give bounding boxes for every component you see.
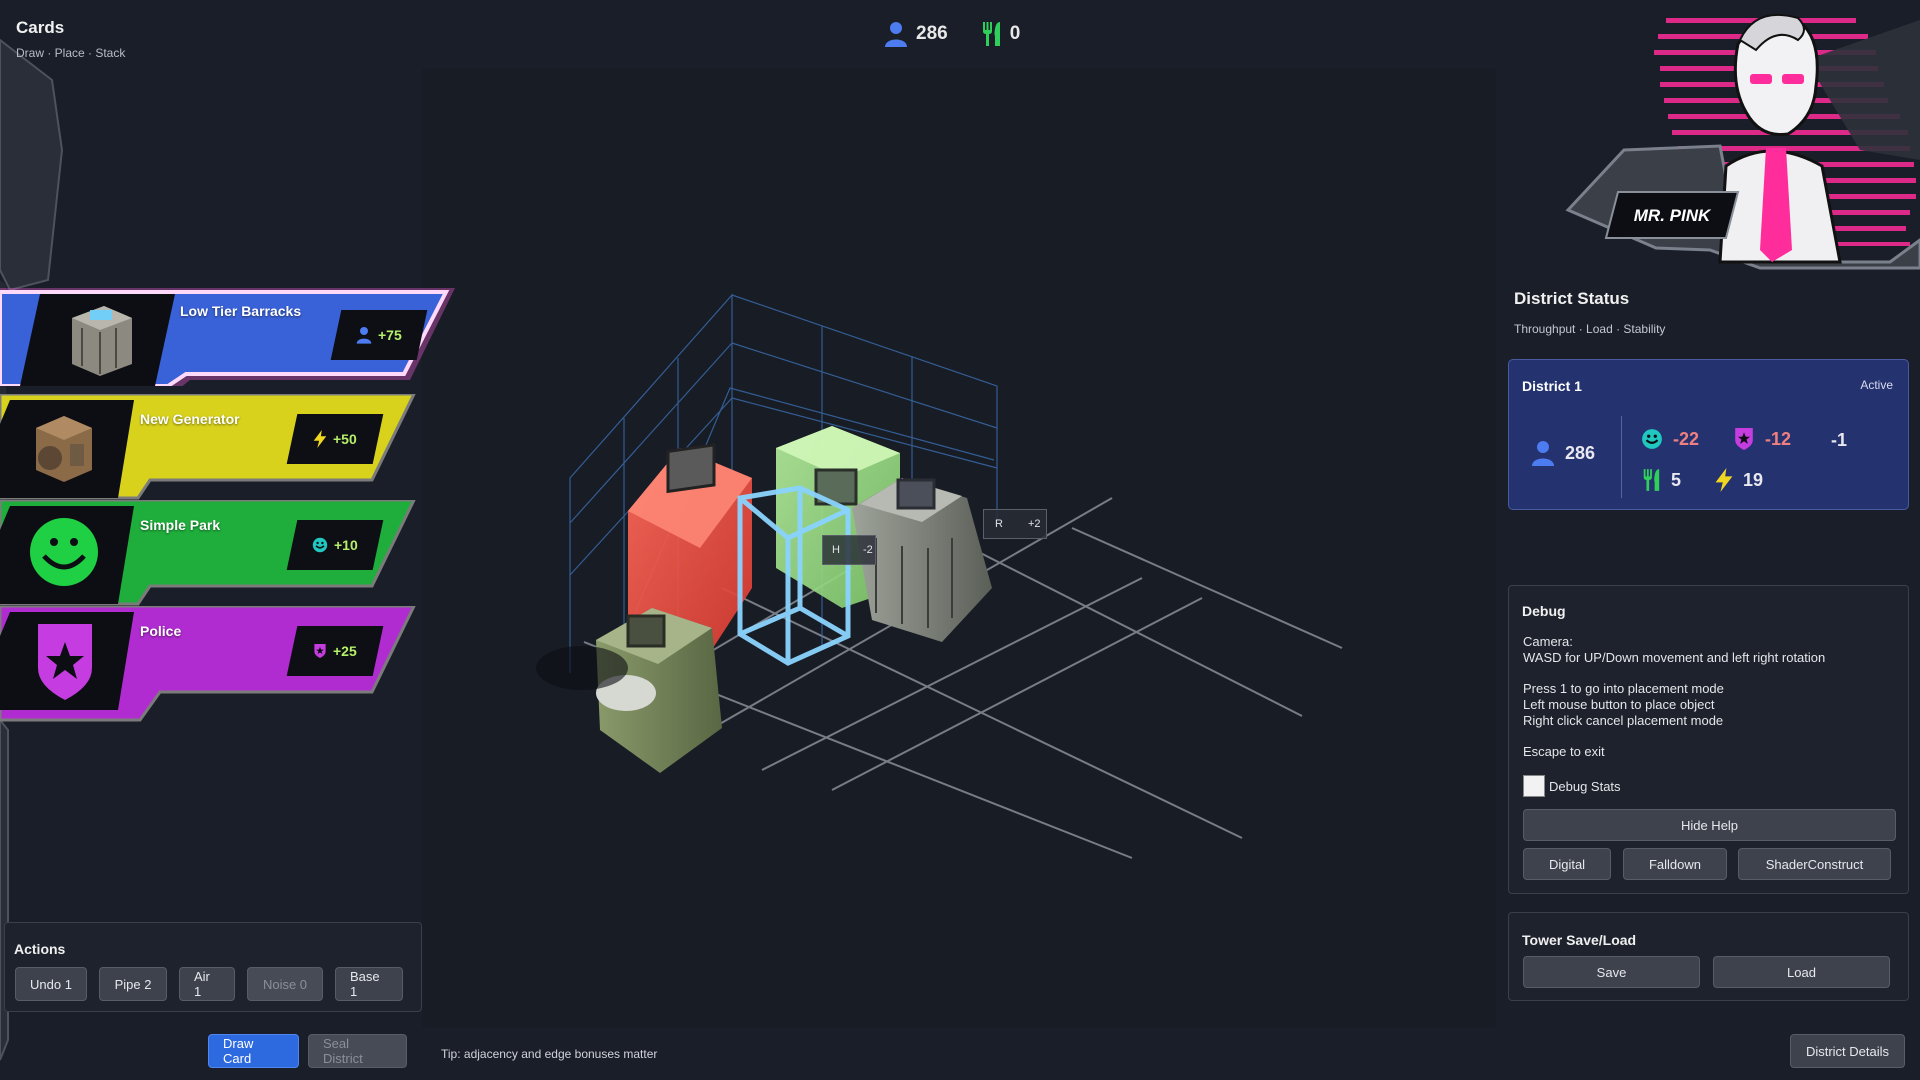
digital-mode-button[interactable]: Digital [1523,848,1611,880]
debug-help-line: Press 1 to go into placement mode [1523,681,1724,696]
other-stat: -1 [1831,430,1847,451]
falldown-mode-button[interactable]: Falldown [1623,848,1727,880]
draw-card-button[interactable]: Draw Card [208,1034,299,1068]
debug-help-line: Left mouse button to place object [1523,697,1715,712]
adjacency-tag-r: R +2 [983,509,1047,539]
tip-text: Tip: adjacency and edge bonuses matter [441,1047,658,1061]
shaderconstruct-mode-button[interactable]: ShaderConstruct [1738,848,1891,880]
person-icon [1532,441,1554,466]
district-state-badge: Active [1860,378,1893,392]
police-badge-icon [314,644,326,658]
food-value: 0 [1009,23,1021,44]
tag-label: R [995,518,1003,530]
district-population: 286 [1531,440,1595,466]
tag-value: -2 [863,544,873,556]
card-name: Simple Park [140,517,221,533]
debug-stats-checkbox[interactable]: Debug Stats [1523,775,1621,797]
cards-title: Cards [16,18,65,37]
person-icon [356,327,372,344]
card-police[interactable]: Police +25 [0,606,420,724]
actions-buttons: Undo 1 Pipe 2 Air 1 Noise 0 Base 1 [15,967,403,1001]
card-bonus-badge: +25 [286,626,384,676]
resource-bar: 286 0 [884,16,1020,52]
fork-knife-icon [1643,469,1660,491]
pipe-button[interactable]: Pipe 2 [99,967,167,1001]
generator-thumbnail [20,406,116,494]
police-badge-icon [1735,428,1753,450]
game-viewport[interactable]: H -2 R +2 [422,68,1496,1028]
card-name: Low Tier Barracks [180,303,302,319]
person-icon [885,22,907,47]
card-bonus-value: +75 [378,327,402,343]
save-button[interactable]: Save [1523,956,1700,988]
district-status-subtitle: Throughput · Load · Stability [1514,322,1666,336]
card-low-tier-barracks[interactable]: Low Tier Barracks +75 [0,286,460,386]
card-bonus-value: +25 [333,643,357,659]
base-button[interactable]: Base 1 [335,967,403,1001]
district-card[interactable]: District 1 Active 286 -22 -12 -1 5 19 [1508,359,1909,510]
card-bonus-badge: +10 [286,520,384,570]
noise-button[interactable]: Noise 0 [247,967,323,1001]
cards-subtitle: Draw · Place · Stack [16,46,126,60]
tag-value: +2 [1028,518,1041,530]
isometric-grid-scene [536,293,1343,859]
tower-save-load-panel: Tower Save/Load Save Load [1508,912,1909,1001]
card-bonus-value: +10 [334,537,358,553]
debug-help-line: Escape to exit [1523,744,1605,759]
divider [1621,416,1622,498]
card-name: New Generator [140,411,240,427]
population-value: 286 [916,23,948,44]
population-stat: 286 [884,21,948,47]
card-bonus-value: +50 [333,431,357,447]
smiley-icon [312,537,328,553]
food-stat: 0 [980,21,1021,47]
district-name: District 1 [1522,378,1582,394]
district-status-title: District Status [1514,289,1630,308]
card-new-generator[interactable]: New Generator +50 [0,394,420,500]
debug-title: Debug [1522,603,1566,619]
air-button[interactable]: Air 1 [179,967,235,1001]
happiness-stat: -22 [1641,428,1699,450]
food-stat: 5 [1641,468,1681,492]
card-bonus-badge: +50 [286,414,384,464]
smiley-icon [1642,429,1662,449]
card-simple-park[interactable]: Simple Park +10 [0,500,420,606]
debug-help-line: Right click cancel placement mode [1523,713,1724,728]
actions-panel: Actions Undo 1 Pipe 2 Air 1 Noise 0 Base… [4,922,422,1012]
fork-knife-icon [982,22,1000,46]
happiness-value: -22 [1673,428,1700,449]
save-load-title: Tower Save/Load [1522,932,1637,948]
adjacency-tag-h: H -2 [822,535,876,565]
undo-button[interactable]: Undo 1 [15,967,87,1001]
advisor-portrait: MR. PINK [1560,0,1920,270]
debug-panel: Debug Camera: WASD for UP/Down movement … [1508,585,1909,894]
other-value: -1 [1831,430,1848,450]
debug-help-line: WASD for UP/Down movement and left right… [1523,650,1826,665]
district-details-button[interactable]: District Details [1790,1034,1905,1068]
card-bonus-badge: +75 [330,310,428,360]
lightning-icon [1715,468,1733,492]
advisor-name: MR. PINK [1634,206,1712,225]
lightning-icon [313,430,327,448]
checkbox-label: Debug Stats [1549,778,1621,794]
actions-title: Actions [14,941,66,957]
power-stat: 19 [1715,468,1763,492]
population-value: 286 [1565,442,1596,463]
police-thumbnail [20,618,116,706]
load-button[interactable]: Load [1713,956,1890,988]
cards-header: Cards Draw · Place · Stack [16,18,125,60]
seal-district-button[interactable]: Seal District [308,1034,407,1068]
police-stat: -12 [1733,426,1791,452]
hide-help-button[interactable]: Hide Help [1523,809,1896,841]
police-value: -12 [1765,428,1792,449]
checkbox-box[interactable] [1523,775,1545,797]
power-value: 19 [1743,469,1764,490]
barracks-thumbnail [52,298,148,386]
debug-help-line: Camera: [1523,634,1573,649]
food-value: 5 [1671,469,1682,490]
park-thumbnail [20,512,116,600]
tag-label: H [832,544,840,556]
card-name: Police [140,623,182,639]
